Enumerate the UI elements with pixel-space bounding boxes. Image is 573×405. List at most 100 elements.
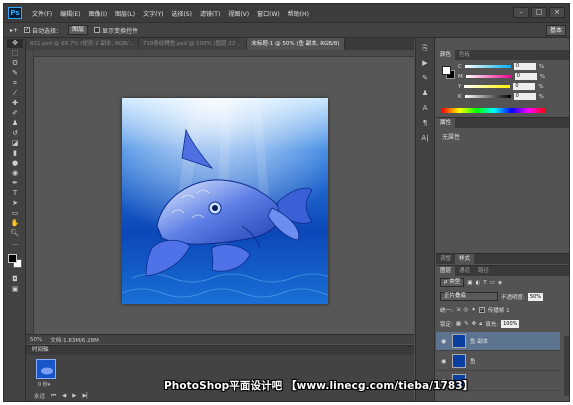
healing-tool-icon[interactable]: ✚ — [7, 99, 23, 108]
clone-source-icon[interactable]: ♟ — [419, 88, 431, 98]
yellow-slider[interactable] — [464, 85, 511, 88]
tab-channels[interactable]: 通道 — [455, 266, 474, 276]
frame-delay[interactable]: 0 秒▾ — [38, 381, 50, 388]
menu-view[interactable]: 视图(V) — [224, 9, 253, 18]
lasso-tool-icon[interactable]: ʘ — [7, 59, 23, 68]
path-select-tool-icon[interactable]: ➤ — [7, 199, 23, 208]
close-button[interactable]: × — [549, 7, 565, 18]
info-icon[interactable]: A| — [419, 133, 431, 143]
lock-transparent-icon[interactable]: ▦ — [456, 321, 461, 327]
filter-shape-icon[interactable]: ▭ — [490, 280, 495, 286]
next-frame-icon[interactable]: ▶▏ — [82, 393, 90, 399]
tab-layers[interactable]: 图层 — [436, 266, 456, 276]
ellipsis-icon[interactable]: … — [7, 239, 23, 248]
unify-position-icon[interactable]: ⇲ — [456, 307, 461, 313]
filter-smart-icon[interactable]: ◈ — [498, 280, 502, 286]
eye-icon[interactable]: ◉ — [441, 338, 448, 345]
yellow-value[interactable]: 0 — [513, 83, 536, 90]
tab-swatches[interactable]: 色板 — [455, 50, 474, 60]
tab-styles[interactable]: 样式 — [455, 254, 475, 264]
marquee-tool-icon[interactable]: ⬚ — [7, 49, 23, 58]
layer-filter-dropdown[interactable]: ρ 类型 — [440, 278, 465, 287]
filter-adjust-icon[interactable]: ◐ — [475, 280, 480, 286]
tab-719-psd[interactable]: 719条纹鲤鱼.psd @ 100% (图层 22 ... — [138, 38, 248, 50]
menu-select[interactable]: 选择(S) — [167, 9, 196, 18]
tab-adjustments[interactable]: 调整 — [436, 254, 455, 264]
brush-presets-icon[interactable]: ✎ — [419, 73, 431, 83]
type-tool-icon[interactable]: T — [7, 189, 23, 198]
blur-tool-icon[interactable]: ● — [7, 159, 23, 168]
eyedropper-tool-icon[interactable]: ⁄ — [7, 89, 23, 98]
tab-properties[interactable]: 属性 — [436, 118, 456, 128]
magenta-slider[interactable] — [465, 75, 512, 78]
history-brush-tool-icon[interactable]: ↺ — [7, 129, 23, 138]
color-swatches[interactable] — [4, 252, 26, 274]
first-frame-icon[interactable]: ⏮ — [51, 393, 56, 400]
tab-untitled-1[interactable]: 未标题-1 @ 50% (鱼 副本, RGB/8) — [247, 38, 345, 50]
tab-paths[interactable]: 路径 — [474, 266, 493, 276]
quick-select-tool-icon[interactable]: ✎ — [7, 69, 23, 78]
document-size[interactable]: 文档:1.83M/6.28M — [50, 336, 99, 344]
hand-tool-icon[interactable]: ✋ — [7, 219, 23, 228]
gradient-tool-icon[interactable]: ▮ — [7, 149, 23, 158]
layer-row[interactable]: ◉ 鱼 — [436, 352, 560, 371]
foreground-color-swatch[interactable] — [8, 254, 17, 263]
layer-row[interactable]: ◉ 鱼 副本 — [436, 332, 560, 351]
play-icon[interactable]: ▶ — [72, 393, 76, 399]
lock-move-icon[interactable]: ✥ — [472, 321, 477, 327]
clone-stamp-tool-icon[interactable]: ♟ — [7, 119, 23, 128]
black-slider[interactable] — [464, 95, 511, 98]
workspace-switcher[interactable]: 基本 — [545, 25, 566, 36]
history-icon[interactable]: ⎘ — [419, 43, 431, 53]
tab-831-psd[interactable]: 831.psd @ 66.7% (矩形 2 副本, RGB/... — [26, 38, 139, 50]
auto-select-checkbox[interactable]: ✓ 自动选择： — [24, 26, 62, 35]
zoom-level[interactable]: 50% — [30, 337, 42, 343]
zoom-tool-icon[interactable]: 🔍︎ — [7, 229, 23, 238]
crop-tool-icon[interactable]: ⌗ — [7, 79, 23, 88]
shape-tool-icon[interactable]: ▭ — [7, 209, 23, 218]
panel-foreground-swatch[interactable] — [442, 66, 451, 75]
filter-type-icon[interactable]: T — [483, 280, 486, 286]
unify-visibility-icon[interactable]: ◎ — [463, 307, 468, 313]
document-canvas[interactable] — [122, 98, 328, 304]
opacity-input[interactable]: 50% — [527, 292, 543, 301]
screen-mode-icon[interactable]: ▣ — [7, 285, 23, 294]
move-tool-icon[interactable]: ✥ — [7, 39, 23, 48]
menu-edit[interactable]: 编辑(E) — [56, 9, 84, 18]
color-spectrum-bar[interactable] — [442, 108, 546, 113]
magenta-value[interactable]: 0 — [514, 73, 537, 80]
menu-file[interactable]: 文件(F) — [28, 9, 56, 18]
quick-mask-icon[interactable]: ◘ — [7, 275, 23, 284]
menu-filter[interactable]: 滤镜(T) — [196, 9, 224, 18]
menu-image[interactable]: 图像(I) — [85, 9, 111, 18]
dodge-tool-icon[interactable]: ◉ — [7, 169, 23, 178]
cyan-slider[interactable] — [464, 65, 511, 68]
eye-icon[interactable]: ◉ — [441, 358, 448, 365]
maximize-button[interactable]: □ — [531, 7, 547, 18]
cyan-value[interactable]: 0 — [513, 63, 536, 70]
unify-style-icon[interactable]: ✦ — [471, 307, 476, 313]
menu-layer[interactable]: 图层(L) — [111, 9, 139, 18]
lock-all-icon[interactable]: 🔒︎ — [479, 321, 482, 328]
eraser-tool-icon[interactable]: ◪ — [7, 139, 23, 148]
minimize-button[interactable]: – — [513, 7, 529, 18]
move-tool-preset-icon[interactable]: ▸+ — [10, 27, 18, 34]
show-transform-checkbox[interactable]: 显示变换控件 — [94, 26, 138, 35]
actions-icon[interactable]: ▶ — [419, 58, 431, 68]
auto-select-dropdown[interactable]: 图层 — [68, 25, 89, 35]
blend-mode-dropdown[interactable]: 正片叠底 — [440, 292, 498, 301]
prev-frame-icon[interactable]: ◀ — [62, 393, 66, 399]
menu-window[interactable]: 窗口(W) — [253, 9, 284, 18]
paragraph-icon[interactable]: ¶ — [419, 118, 431, 128]
menu-help[interactable]: 帮助(H) — [284, 9, 313, 18]
lock-paint-icon[interactable]: ✎ — [464, 321, 469, 327]
tab-color[interactable]: 颜色 — [436, 50, 456, 60]
propagate-checkbox[interactable]: ✓ — [478, 307, 485, 313]
pen-tool-icon[interactable]: ✒ — [7, 179, 23, 188]
layers-scrollbar[interactable] — [564, 336, 569, 396]
black-value[interactable]: 0 — [513, 93, 536, 100]
fill-input[interactable]: 100% — [501, 320, 520, 328]
character-icon[interactable]: A — [419, 103, 431, 113]
timeline-frame[interactable] — [36, 359, 56, 379]
menu-type[interactable]: 文字(Y) — [139, 9, 167, 18]
